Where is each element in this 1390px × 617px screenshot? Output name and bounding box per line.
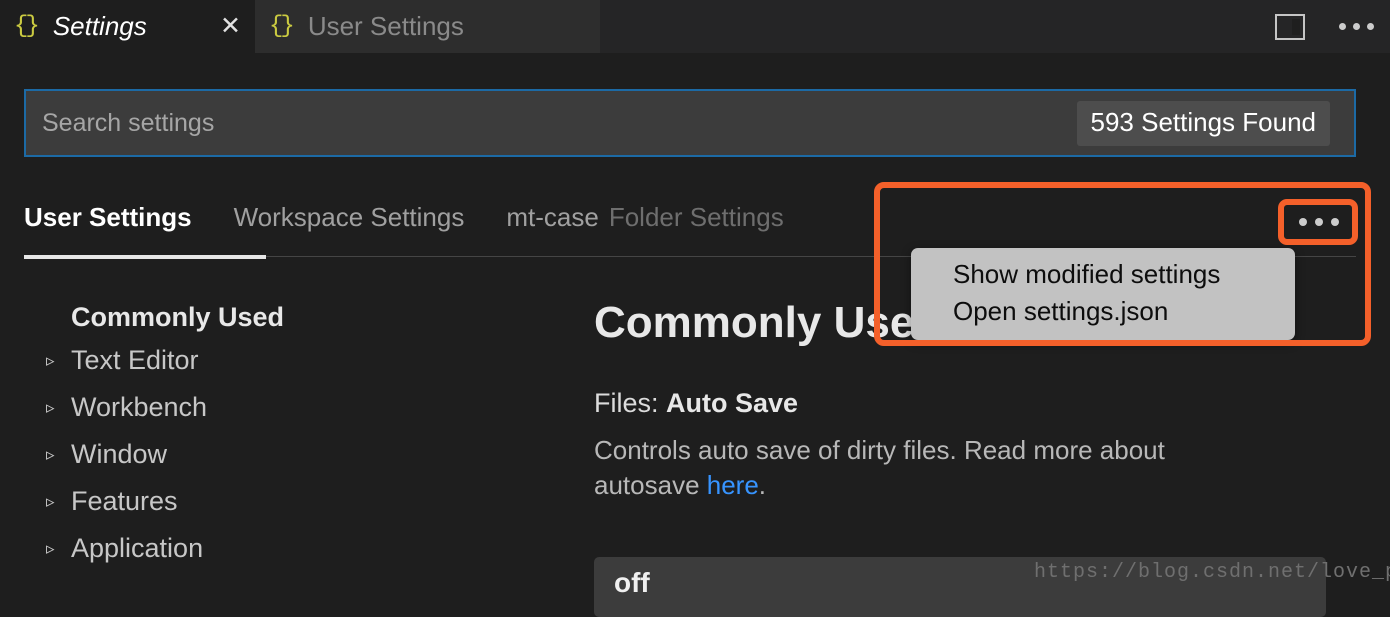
toc-item-window[interactable]: ▹ Window (24, 431, 544, 478)
setting-label-files-auto-save: Files: Auto Save (594, 388, 1354, 419)
autosave-docs-link[interactable]: here (707, 470, 759, 500)
close-icon[interactable]: ✕ (202, 14, 241, 39)
toc-item-label: Workbench (71, 392, 208, 422)
settings-found-badge: 593 Settings Found (1076, 100, 1330, 146)
tab-folder-settings[interactable]: Folder Settings (609, 196, 784, 233)
editor-tab-user-settings[interactable]: {} User Settings (255, 0, 600, 53)
description-text: Controls auto save of dirty files. Read … (594, 435, 1165, 500)
toc-item-label: Window (71, 439, 168, 469)
toc-item-workbench[interactable]: ▹ Workbench (24, 384, 544, 431)
tab-workspace-settings[interactable]: Workspace Settings (234, 196, 465, 233)
dot-icon (1331, 218, 1339, 226)
split-editor-icon[interactable] (1275, 13, 1305, 40)
toc-header-commonly-used[interactable]: Commonly Used (24, 298, 544, 337)
chevron-right-icon: ▹ (46, 444, 55, 464)
toc-item-label: Application (71, 533, 204, 563)
editor-actions (1275, 0, 1390, 53)
toc-item-text-editor[interactable]: ▹ Text Editor (24, 337, 544, 384)
dot-icon (1315, 218, 1323, 226)
more-actions-icon[interactable] (1339, 23, 1374, 30)
editor-tab-label: User Settings (307, 11, 464, 41)
more-actions-menu: Show modified settings Open settings.jso… (911, 248, 1295, 340)
settings-more-actions-button[interactable] (1292, 206, 1346, 238)
watermark: https://blog.csdn.net/love_parents (1034, 561, 1390, 584)
chevron-right-icon: ▹ (46, 538, 55, 558)
json-braces-icon: {} (14, 13, 40, 40)
toc-item-label: Text Editor (71, 345, 199, 375)
setting-category: Files: (594, 388, 667, 419)
json-braces-icon: {} (269, 13, 295, 40)
toc-item-features[interactable]: ▹ Features (24, 478, 544, 525)
search-settings-bar[interactable]: 593 Settings Found (24, 89, 1356, 157)
toc-item-application[interactable]: ▹ Application (24, 525, 544, 572)
setting-name: Auto Save (666, 388, 799, 419)
tab-user-settings[interactable]: User Settings (24, 196, 192, 233)
chevron-right-icon: ▹ (46, 397, 55, 417)
settings-toc: Commonly Used ▹ Text Editor ▹ Workbench … (24, 298, 544, 572)
editor-tab-settings[interactable]: {} Settings ✕ (0, 0, 255, 53)
menu-item-open-settings-json[interactable]: Open settings.json (911, 293, 1295, 330)
search-input[interactable] (26, 90, 1077, 156)
toc-item-label: Features (71, 486, 178, 516)
description-text-end: . (758, 469, 767, 500)
dot-icon (1299, 218, 1307, 226)
tab-folder-name[interactable]: mt-case (506, 196, 598, 233)
active-tab-underline (24, 255, 266, 259)
editor-tab-label: Settings (52, 11, 147, 41)
setting-description: Controls auto save of dirty files. Read … (594, 433, 1254, 502)
chevron-right-icon: ▹ (46, 491, 55, 511)
chevron-right-icon: ▹ (46, 350, 55, 370)
editor-tabbar: {} Settings ✕ {} User Settings (0, 0, 1390, 53)
menu-item-show-modified-settings[interactable]: Show modified settings (911, 256, 1295, 293)
